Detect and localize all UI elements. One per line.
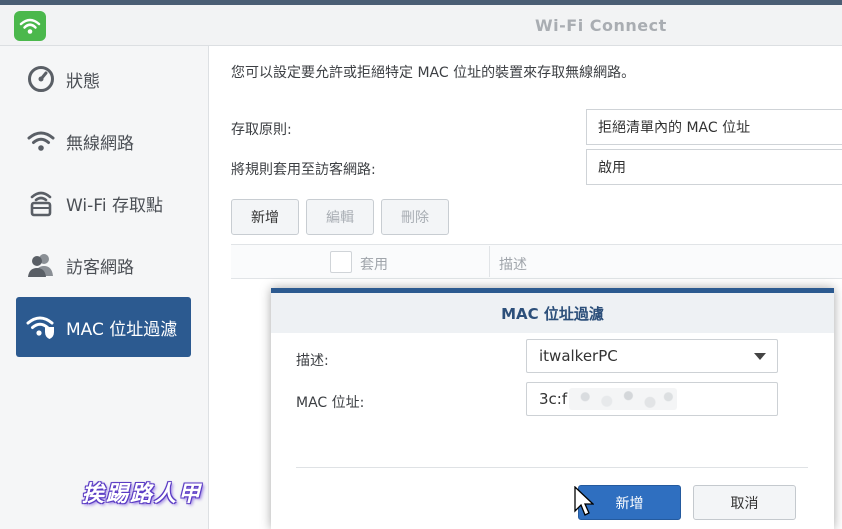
- add-button[interactable]: 新增: [231, 199, 299, 235]
- edit-button[interactable]: 編輯: [306, 199, 374, 235]
- delete-button[interactable]: 刪除: [381, 199, 449, 235]
- access-policy-label: 存取原則:: [231, 122, 292, 138]
- guest-network-label: 將規則套用至訪客網路:: [231, 162, 376, 178]
- select-all-checkbox[interactable]: [330, 251, 352, 273]
- column-header-description[interactable]: 描述: [499, 254, 527, 274]
- watermark-text: 挨踢路人甲: [82, 482, 203, 507]
- dialog-divider: [296, 467, 808, 468]
- dashboard-gauge-icon: [26, 64, 56, 94]
- column-divider: [489, 246, 490, 277]
- dialog-cancel-button[interactable]: 取消: [693, 485, 796, 520]
- wifi-icon: [26, 126, 56, 156]
- chevron-down-icon[interactable]: [754, 353, 766, 360]
- sidebar-item-label: 狀態: [66, 71, 100, 92]
- sidebar-item-label: MAC 位址過濾: [66, 319, 178, 340]
- guest-users-icon: [26, 250, 56, 280]
- mac-address-value: 3c:f: [539, 390, 568, 408]
- wifi-app-icon: [14, 11, 46, 41]
- description-combobox[interactable]: itwalkerPC: [526, 339, 778, 373]
- sidebar: 狀態 無線網路 Wi-Fi 存取點 訪客網路 MAC 位址過濾: [0, 46, 209, 529]
- grid-header: [231, 244, 842, 279]
- column-header-apply[interactable]: 套用: [360, 254, 388, 274]
- redaction-blur: [569, 388, 678, 410]
- window-title: Wi-Fi Connect: [535, 16, 667, 35]
- guest-network-select[interactable]: 啟用: [586, 149, 842, 185]
- sidebar-item-status[interactable]: 狀態: [16, 49, 191, 109]
- sidebar-item-wireless[interactable]: 無線網路: [16, 111, 191, 171]
- access-policy-select[interactable]: 拒絕清單內的 MAC 位址: [586, 109, 842, 145]
- mouse-cursor-icon: [574, 486, 594, 516]
- access-point-icon: [26, 188, 56, 218]
- page-description: 您可以設定要允許或拒絕特定 MAC 位址的裝置來存取無線網路。: [231, 65, 636, 81]
- description-value: itwalkerPC: [539, 347, 618, 365]
- sidebar-item-guest-network[interactable]: 訪客網路: [16, 235, 191, 295]
- wifi-shield-icon: [26, 312, 56, 342]
- mac-address-label: MAC 位址:: [296, 395, 365, 411]
- sidebar-item-access-point[interactable]: Wi-Fi 存取點: [16, 173, 191, 233]
- sidebar-item-label: 無線網路: [66, 133, 134, 154]
- dialog-title: MAC 位址過濾: [271, 293, 834, 333]
- sidebar-item-mac-filter[interactable]: MAC 位址過濾: [16, 297, 191, 357]
- sidebar-item-label: 訪客網路: [66, 257, 134, 278]
- mac-filter-dialog: MAC 位址過濾 描述: itwalkerPC MAC 位址: 3c:f 新增 …: [271, 288, 834, 529]
- description-label: 描述:: [296, 353, 329, 369]
- title-bar: Wi-Fi Connect: [0, 5, 842, 46]
- sidebar-item-label: Wi-Fi 存取點: [66, 195, 163, 216]
- mac-address-input[interactable]: 3c:f: [526, 382, 778, 416]
